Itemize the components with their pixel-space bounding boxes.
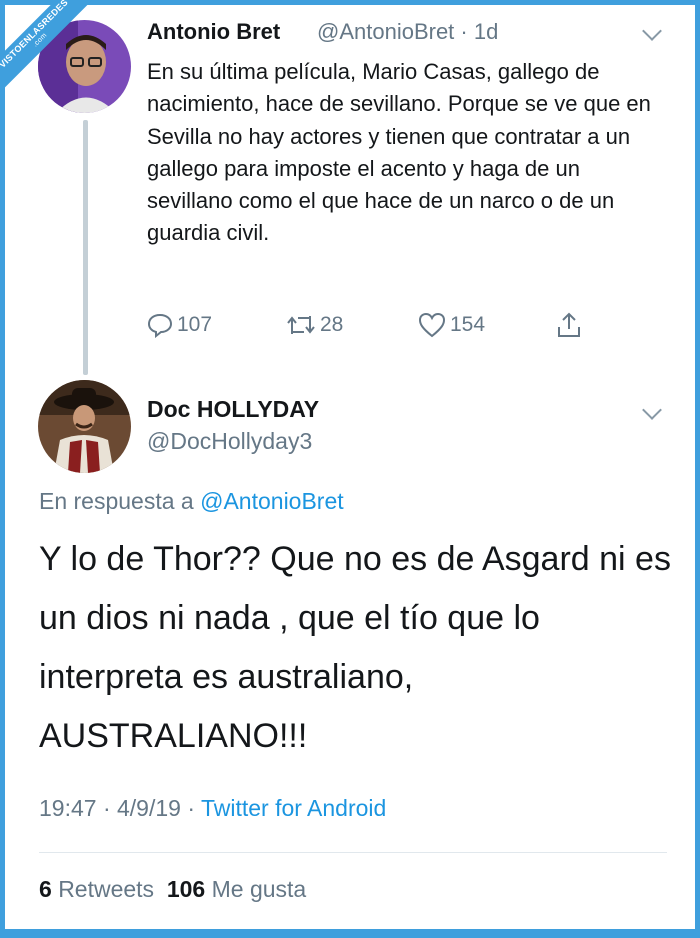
author-name[interactable]: Doc HOLLYDAY [147,396,319,423]
timestamp[interactable]: 19:47 · 4/9/19 · [39,795,201,821]
like-count: 154 [450,313,486,336]
reply-count: 107 [177,313,213,336]
author-handle[interactable]: @AntonioBret · 1d [317,19,498,45]
author-name[interactable]: Antonio Bret [147,19,280,45]
tweet-metadata: 19:47 · 4/9/19 · Twitter for Android [39,795,386,822]
divider [39,852,667,853]
retweet-icon [287,316,315,334]
share-icon [558,312,580,337]
share-button[interactable] [555,311,587,339]
reply-prefix: En respuesta a [39,488,194,514]
likes-count: 106 [166,876,206,902]
tweet-text: Y lo de Thor?? Que no es de Asgard ni es… [39,540,671,755]
thread-connector [83,120,88,375]
engagement-stats: 6 Retweets 106 Me gusta [39,876,306,903]
retweets-stat[interactable]: 6 Retweets [39,876,154,902]
tweet-text: En su última película, Mario Casas, gall… [147,59,651,246]
reply-button[interactable]: 107 [147,311,212,339]
likes-stat[interactable]: 106 Me gusta [167,876,306,902]
source-link[interactable]: Twitter for Android [201,795,386,821]
reply-mention-link[interactable]: @AntonioBret [200,488,344,514]
reply-context: En respuesta a @AntonioBret [39,488,344,515]
like-icon [418,312,446,338]
likes-label: Me gusta [211,876,307,902]
retweets-label: Retweets [58,876,155,902]
retweet-count: 28 [320,313,344,336]
like-button[interactable]: 154 [418,311,485,339]
author-handle[interactable]: @DocHollyday3 [147,428,312,455]
reply-icon [147,313,173,338]
avatar-doc[interactable] [38,380,131,473]
retweet-button[interactable]: 28 [286,311,343,339]
retweets-count: 6 [39,876,52,902]
